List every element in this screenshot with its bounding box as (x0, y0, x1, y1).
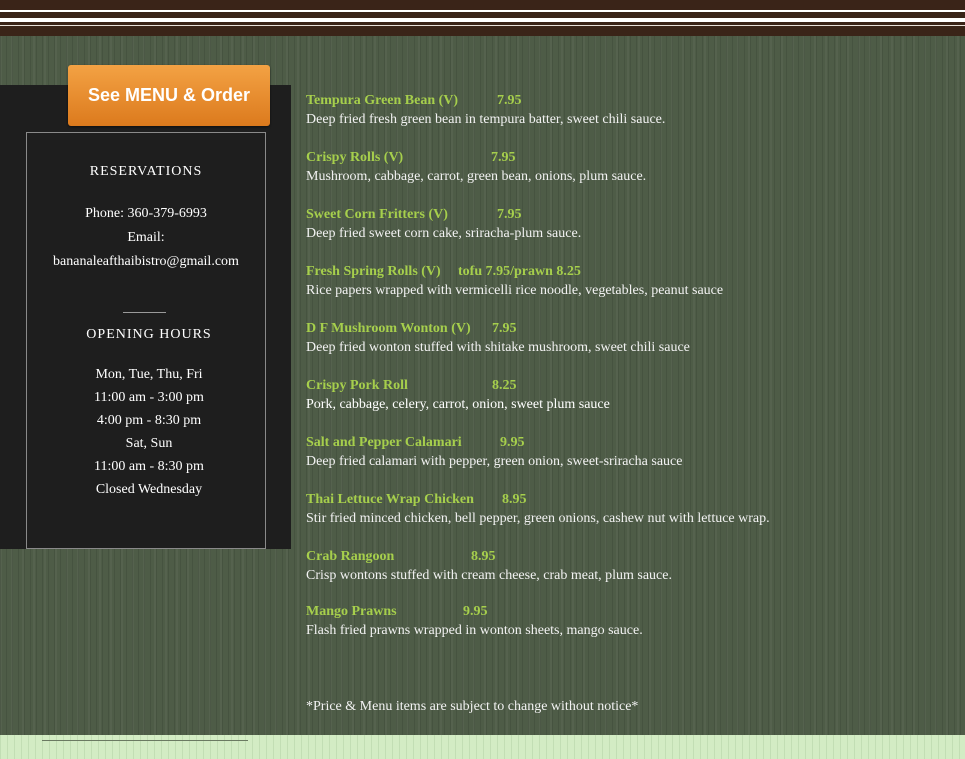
menu-item-price: tofu 7.95/prawn 8.25 (458, 264, 581, 279)
see-menu-order-button[interactable]: See MENU & Order (68, 65, 270, 126)
opening-hours-heading: OPENING HOURS (86, 327, 212, 342)
header-stripe (0, 25, 965, 26)
menu-item-name: Crab Rangoon (306, 549, 395, 564)
menu-item-price: 8.95 (471, 549, 496, 564)
menu-item-price: 7.95 (491, 150, 516, 165)
menu-item-price: 9.95 (463, 604, 488, 619)
menu-item-name: D F Mushroom Wonton (V) (306, 321, 471, 336)
menu-item-name: Fresh Spring Rolls (V) (306, 264, 441, 279)
footer (0, 735, 965, 759)
menu-item-name: Thai Lettuce Wrap Chicken (306, 492, 474, 507)
hours-line: Sat, Sun (125, 436, 173, 451)
hours-line: Closed Wednesday (95, 482, 203, 497)
email-label: Email: (127, 230, 165, 245)
menu-item-price: 8.95 (502, 492, 527, 507)
menu-item-description: Deep fried wonton stuffed with shitake m… (306, 340, 690, 355)
hours-line: 11:00 am - 3:00 pm (94, 390, 204, 405)
menu-item-description: Deep fried calamari with pepper, green o… (306, 454, 683, 469)
menu-item-price: 7.95 (497, 207, 522, 222)
menu-item-name: Mango Prawns (306, 604, 397, 619)
menu-item-name: Sweet Corn Fritters (V) (306, 207, 448, 222)
menu-item-price: 7.95 (492, 321, 517, 336)
phone-number[interactable]: Phone: 360-379-6993 (27, 206, 265, 222)
menu-item-name: Tempura Green Bean (V) (306, 93, 459, 108)
menu-item-description: Deep fried fresh green bean in tempura b… (306, 112, 666, 127)
menu-item-description: Deep fried sweet corn cake, sriracha-plu… (306, 226, 582, 241)
header-stripe (0, 18, 965, 22)
menu-item-name: Salt and Pepper Calamari (306, 435, 462, 450)
menu-item-description: Stir fried minced chicken, bell pepper, … (306, 511, 770, 526)
email-link[interactable]: bananaleafthaibistro@gmail.com (27, 254, 265, 270)
hours-line: 4:00 pm - 8:30 pm (96, 413, 202, 428)
info-box: RESERVATIONS Phone: 360-379-6993 Email: … (26, 132, 266, 549)
divider (123, 312, 166, 313)
header-stripes (0, 0, 965, 36)
menu-item-description: Mushroom, cabbage, carrot, green bean, o… (306, 169, 647, 184)
footer-divider (42, 740, 248, 741)
menu-item-price: 9.95 (500, 435, 525, 450)
price-disclaimer: *Price & Menu items are subject to chang… (306, 699, 639, 714)
menu-item-description: Crisp wontons stuffed with cream cheese,… (306, 568, 672, 583)
reservations-heading: RESERVATIONS (89, 164, 203, 179)
header-stripe (0, 10, 965, 12)
menu-item-description: Pork, cabbage, celery, carrot, onion, sw… (306, 397, 610, 412)
menu-item-price: 7.95 (497, 93, 522, 108)
hours-line: Mon, Tue, Thu, Fri (95, 367, 203, 382)
hours-line: 11:00 am - 8:30 pm (94, 459, 204, 474)
menu-item-name: Crispy Pork Roll (306, 378, 408, 393)
menu-item-name: Crispy Rolls (V) (306, 150, 404, 165)
menu-item-price: 8.25 (492, 378, 517, 393)
menu-item-description: Flash fried prawns wrapped in wonton she… (306, 623, 643, 638)
menu-item-description: Rice papers wrapped with vermicelli rice… (306, 283, 724, 298)
